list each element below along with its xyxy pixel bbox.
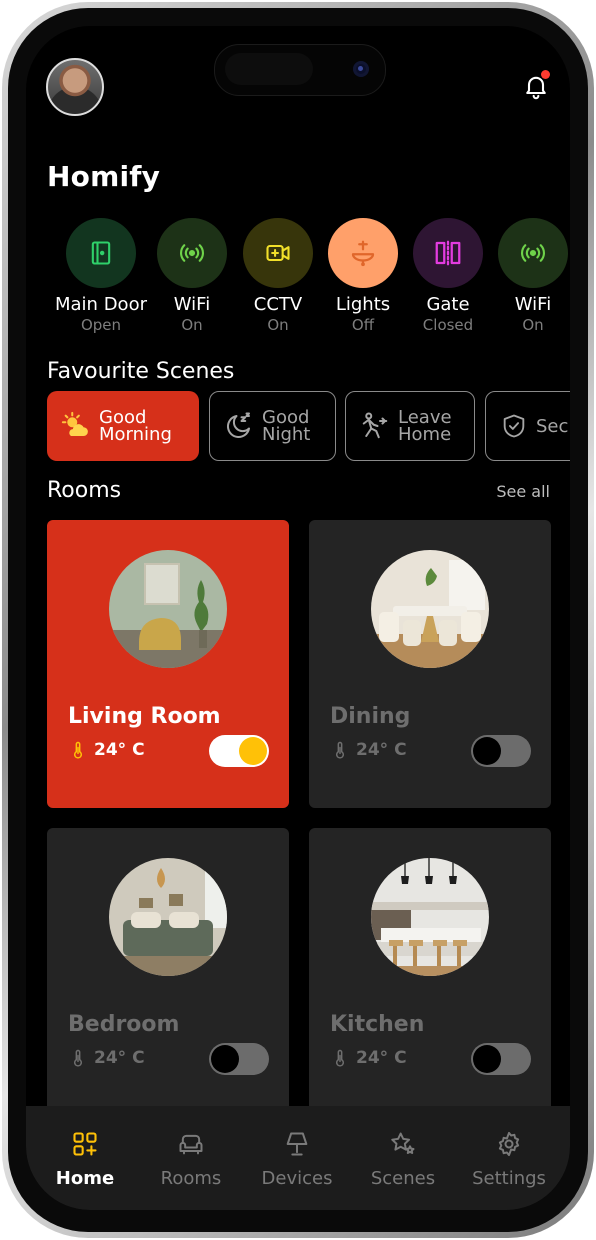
see-all-link[interactable]: See all (496, 482, 550, 501)
device-name: WiFi (514, 294, 552, 315)
device-name: Lights (335, 294, 391, 315)
scenes-strip: Good Morning Good Night Leave Home Sec (47, 391, 570, 461)
device-icon-circle (413, 218, 483, 288)
scene-good-night[interactable]: Good Night (209, 391, 336, 461)
shield-icon (503, 414, 525, 438)
dynamic-island (214, 44, 386, 96)
device-cctv[interactable]: CCTV On (230, 218, 326, 334)
room-photo (371, 858, 489, 976)
sofa-icon (179, 1134, 203, 1155)
room-name: Living Room (68, 704, 221, 729)
scene-leave-home[interactable]: Leave Home (345, 391, 475, 461)
room-power-toggle[interactable] (209, 735, 269, 767)
room-temperature: 24° C (68, 738, 145, 762)
device-state: On (181, 316, 203, 334)
wifi-icon (521, 244, 545, 262)
room-card-bedroom[interactable]: Bedroom 24° C (47, 828, 289, 1116)
room-card-living-room[interactable]: Living Room 24° C (47, 520, 289, 808)
toggle-knob (211, 1045, 239, 1073)
device-state: Closed (422, 316, 474, 334)
device-name: Gate (426, 294, 470, 315)
device-wifi[interactable]: WiFi On (144, 218, 240, 334)
moon-sleep-icon (227, 412, 250, 438)
nav-label: Settings (472, 1168, 546, 1189)
nav-label: Scenes (370, 1168, 436, 1189)
front-camera (353, 61, 369, 77)
bottom-nav: Home Rooms Devices Scenes Settings (26, 1106, 570, 1210)
app-title: Homify (47, 160, 161, 193)
nav-settings[interactable]: Settings (456, 1106, 562, 1210)
room-name: Kitchen (330, 1012, 425, 1037)
nav-home[interactable]: Home (32, 1106, 138, 1210)
device-wifi-2[interactable]: WiFi On (485, 218, 570, 334)
nav-label: Home (55, 1168, 115, 1189)
room-temperature: 24° C (68, 1046, 145, 1070)
device-name: WiFi (173, 294, 211, 315)
device-strip: Main Door Open WiFi On CCTV On Lights Of… (26, 218, 570, 338)
device-gate[interactable]: Gate Closed (400, 218, 496, 334)
toggle-knob (473, 1045, 501, 1073)
device-icon-circle (328, 218, 398, 288)
walk-icon (362, 412, 388, 439)
notification-dot (541, 70, 550, 79)
device-state: Off (351, 316, 375, 334)
device-main-door[interactable]: Main Door Open (53, 218, 149, 334)
thermometer-icon (335, 1049, 345, 1067)
scene-security[interactable]: Sec (485, 391, 570, 461)
scenes-title: Favourite Scenes (47, 359, 235, 384)
lamp-icon (286, 1132, 308, 1156)
device-icon-circle (66, 218, 136, 288)
gate-icon (435, 240, 461, 266)
nav-label: Rooms (160, 1168, 222, 1189)
scene-good-morning[interactable]: Good Morning (47, 391, 199, 461)
room-name: Dining (330, 704, 411, 729)
scene-label: Sec (536, 415, 569, 437)
device-state: On (522, 316, 544, 334)
room-temperature: 24° C (330, 738, 407, 762)
rooms-title: Rooms (47, 478, 122, 503)
thermometer-icon (73, 741, 83, 759)
device-name: CCTV (253, 294, 303, 315)
thermometer-icon (335, 741, 345, 759)
app-screen: Homify Main Door Open WiFi On CCTV On Li… (26, 26, 570, 1210)
thermometer-icon (73, 1049, 83, 1067)
stars-icon (391, 1132, 415, 1154)
device-name: Main Door (55, 294, 147, 315)
room-card-dining[interactable]: Dining 24° C (309, 520, 551, 808)
home-grid-icon (73, 1132, 97, 1156)
scene-label: Leave Home (398, 407, 452, 445)
nav-rooms[interactable]: Rooms (138, 1106, 244, 1210)
nav-label: Devices (261, 1168, 333, 1189)
device-lights[interactable]: Lights Off (315, 218, 411, 334)
room-temperature: 24° C (330, 1046, 407, 1070)
device-icon-circle (243, 218, 313, 288)
room-name: Bedroom (68, 1012, 180, 1037)
scene-label: Good Night (262, 407, 311, 445)
room-photo (371, 550, 489, 668)
island-sensor (225, 53, 313, 85)
room-photo (109, 550, 227, 668)
scene-label: Good Morning (99, 407, 172, 445)
room-power-toggle[interactable] (209, 1043, 269, 1075)
cctv-icon (266, 244, 290, 262)
nav-devices[interactable]: Devices (244, 1106, 350, 1210)
toggle-knob (473, 737, 501, 765)
room-card-kitchen[interactable]: Kitchen 24° C (309, 828, 551, 1116)
avatar[interactable] (46, 58, 104, 116)
device-icon-circle (498, 218, 568, 288)
door-icon (91, 241, 111, 265)
device-icon-circle (157, 218, 227, 288)
room-power-toggle[interactable] (471, 1043, 531, 1075)
room-photo (109, 858, 227, 976)
toggle-knob (239, 737, 267, 765)
sun-cloud-icon (61, 411, 88, 436)
device-state: Open (80, 316, 122, 334)
device-state: On (267, 316, 289, 334)
room-power-toggle[interactable] (471, 735, 531, 767)
nav-scenes[interactable]: Scenes (350, 1106, 456, 1210)
wifi-icon (180, 244, 204, 262)
gear-icon (498, 1131, 520, 1157)
lamp-icon (351, 240, 375, 267)
